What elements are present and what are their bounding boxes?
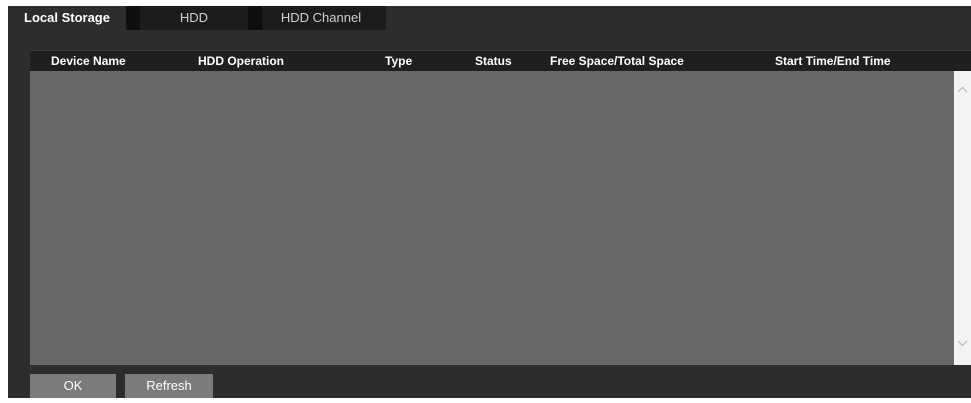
- tab-hdd-channel[interactable]: HDD Channel: [262, 6, 380, 30]
- hdd-table: Device Name HDD Operation Type Status Fr…: [30, 50, 971, 365]
- column-device-name: Device Name: [51, 54, 126, 68]
- tab-hdd[interactable]: HDD: [140, 6, 248, 30]
- column-status: Status: [475, 54, 512, 68]
- ok-button[interactable]: OK: [30, 374, 116, 398]
- column-start-end-time: Start Time/End Time: [775, 54, 891, 68]
- refresh-button[interactable]: Refresh: [125, 374, 213, 398]
- storage-window: Local Storage HDD HDD Channel Device Nam…: [8, 6, 971, 398]
- tab-local-storage[interactable]: Local Storage: [8, 6, 126, 32]
- column-hdd-operation: HDD Operation: [198, 54, 285, 68]
- column-free-total-space: Free Space/Total Space: [550, 54, 684, 68]
- tab-bar: Local Storage HDD HDD Channel: [8, 6, 386, 32]
- table-scrollbar[interactable]: [954, 71, 971, 365]
- tab-separator: [248, 6, 262, 30]
- tab-separator: [126, 6, 140, 30]
- chevron-down-icon[interactable]: [957, 337, 968, 348]
- table-header: Device Name HDD Operation Type Status Fr…: [30, 51, 971, 71]
- chevron-up-icon[interactable]: [957, 85, 968, 96]
- column-type: Type: [385, 54, 413, 68]
- table-body: [30, 71, 954, 365]
